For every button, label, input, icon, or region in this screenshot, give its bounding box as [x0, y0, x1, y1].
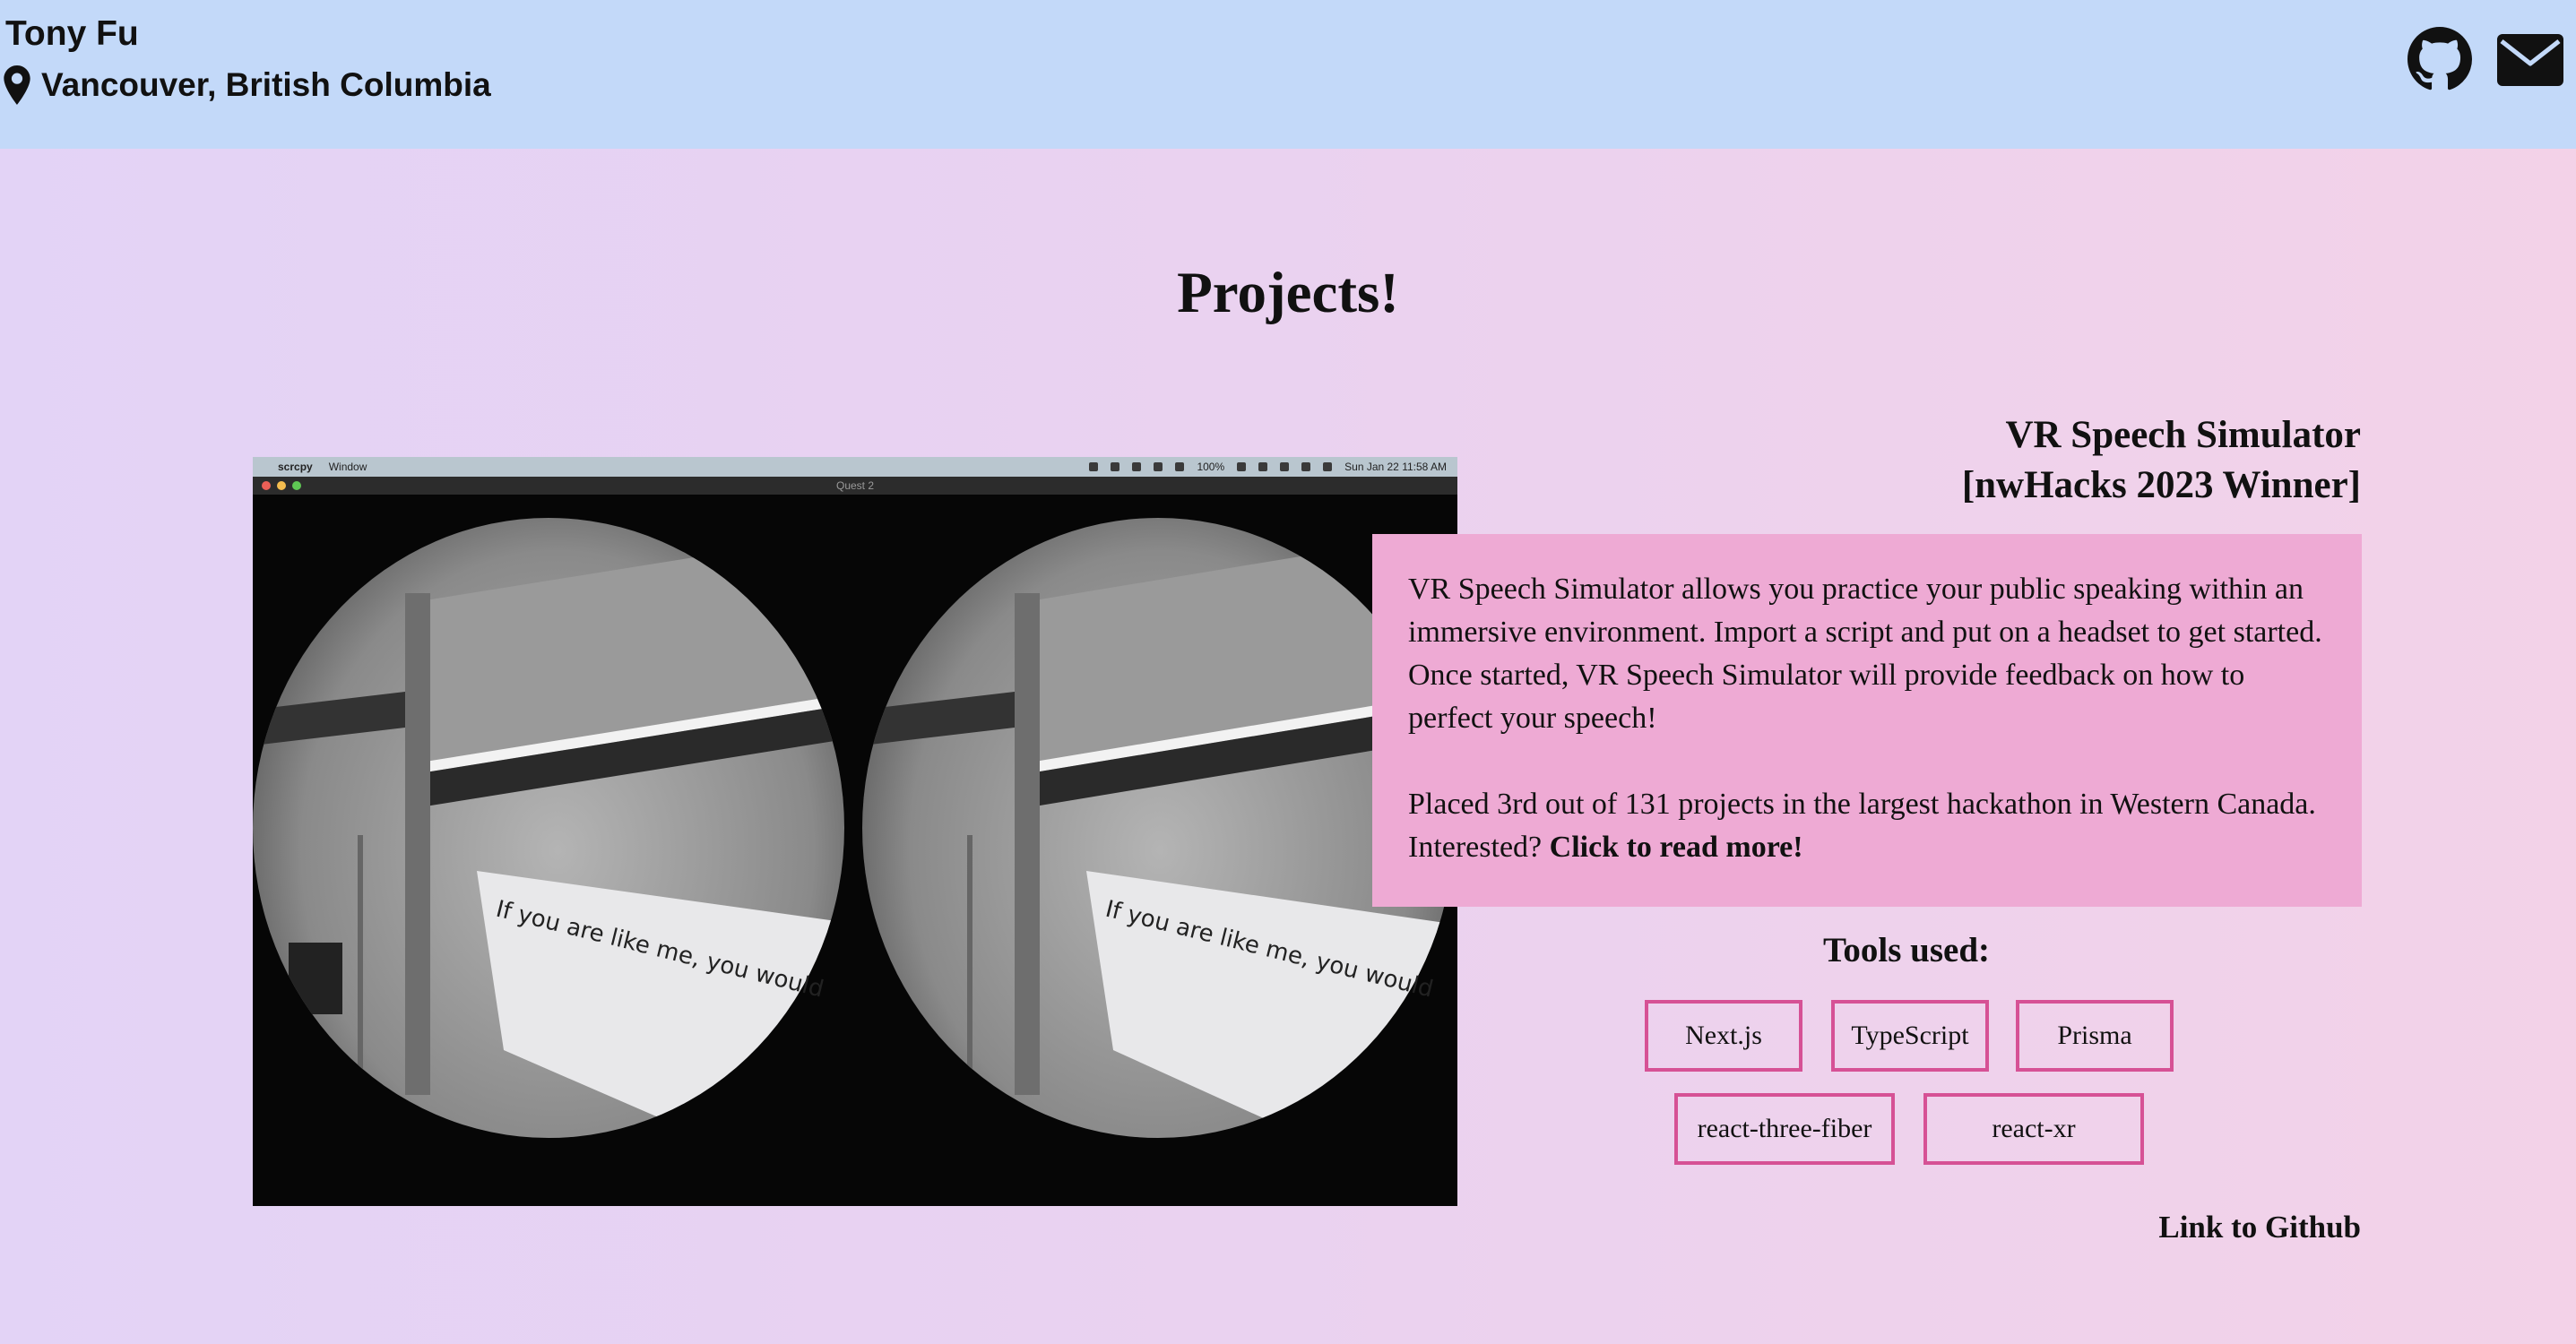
menubar-datetime: Sun Jan 22 11:58 AM — [1344, 461, 1447, 473]
tool-tag: Prisma — [2016, 1000, 2174, 1072]
tool-tag: TypeScript — [1831, 1000, 1989, 1072]
project-description: VR Speech Simulator allows you practice … — [1372, 534, 2362, 907]
read-more-link[interactable]: Click to read more! — [1550, 831, 1803, 864]
window-titlebar: Quest 2 — [253, 477, 1457, 495]
tray-icon — [1132, 462, 1142, 471]
github-profile-link[interactable] — [2407, 27, 2472, 91]
project-title-award: [nwHacks 2023 Winner] — [1961, 464, 2361, 506]
location-text: Vancouver, British Columbia — [41, 66, 491, 103]
github-icon — [2407, 27, 2472, 90]
page-title: Projects! — [1177, 261, 1399, 325]
placement-text: Placed 3rd out of 131 projects in the la… — [1408, 788, 2316, 864]
location: Vancouver, British Columbia — [4, 63, 491, 108]
mac-menubar: scrcpy Window 100% Sun Jan 22 11:58 AM — [253, 457, 1457, 477]
battery-percent: 100% — [1197, 461, 1225, 473]
project-screenshot: scrcpy Window 100% Sun Jan 22 11:58 AM Q… — [253, 457, 1457, 1206]
project-title-name: VR Speech Simulator — [2005, 414, 2361, 456]
map-pin-icon — [4, 65, 30, 105]
tray-icon — [1258, 462, 1268, 471]
owner-name: Tony Fu — [5, 14, 139, 53]
email-link[interactable] — [2497, 34, 2563, 86]
menubar-window-menu: Window — [328, 461, 367, 473]
placement-paragraph: Placed 3rd out of 131 projects in the la… — [1408, 783, 2326, 869]
description-text: VR Speech Simulator allows you practice … — [1408, 573, 2322, 735]
tray-icon — [1175, 462, 1185, 471]
github-repo-link[interactable]: Link to Github — [2158, 1210, 2361, 1245]
tools-heading: Tools used: — [1822, 931, 1991, 969]
project-title: VR Speech Simulator [nwHacks 2023 Winner… — [1554, 410, 2361, 511]
menubar-tray: 100% Sun Jan 22 11:58 AM — [1089, 461, 1447, 473]
tray-icon — [1089, 462, 1099, 471]
tool-tag: react-three-fiber — [1674, 1093, 1895, 1165]
mail-icon — [2497, 34, 2563, 86]
window-title: Quest 2 — [835, 479, 875, 492]
battery-icon — [1237, 462, 1247, 471]
tray-icon — [1280, 462, 1290, 471]
tool-tag: Next.js — [1645, 1000, 1802, 1072]
tray-icon — [1111, 462, 1120, 471]
wifi-icon — [1301, 462, 1311, 471]
vr-headset-view: If you are like me, you would agree that… — [253, 495, 1457, 1206]
menubar-app-name: scrcpy — [278, 461, 313, 473]
search-icon — [1323, 462, 1333, 471]
site-header: Tony Fu Vancouver, British Columbia — [0, 0, 2576, 149]
tray-icon — [1154, 462, 1163, 471]
tool-tag: react-xr — [1923, 1093, 2144, 1165]
